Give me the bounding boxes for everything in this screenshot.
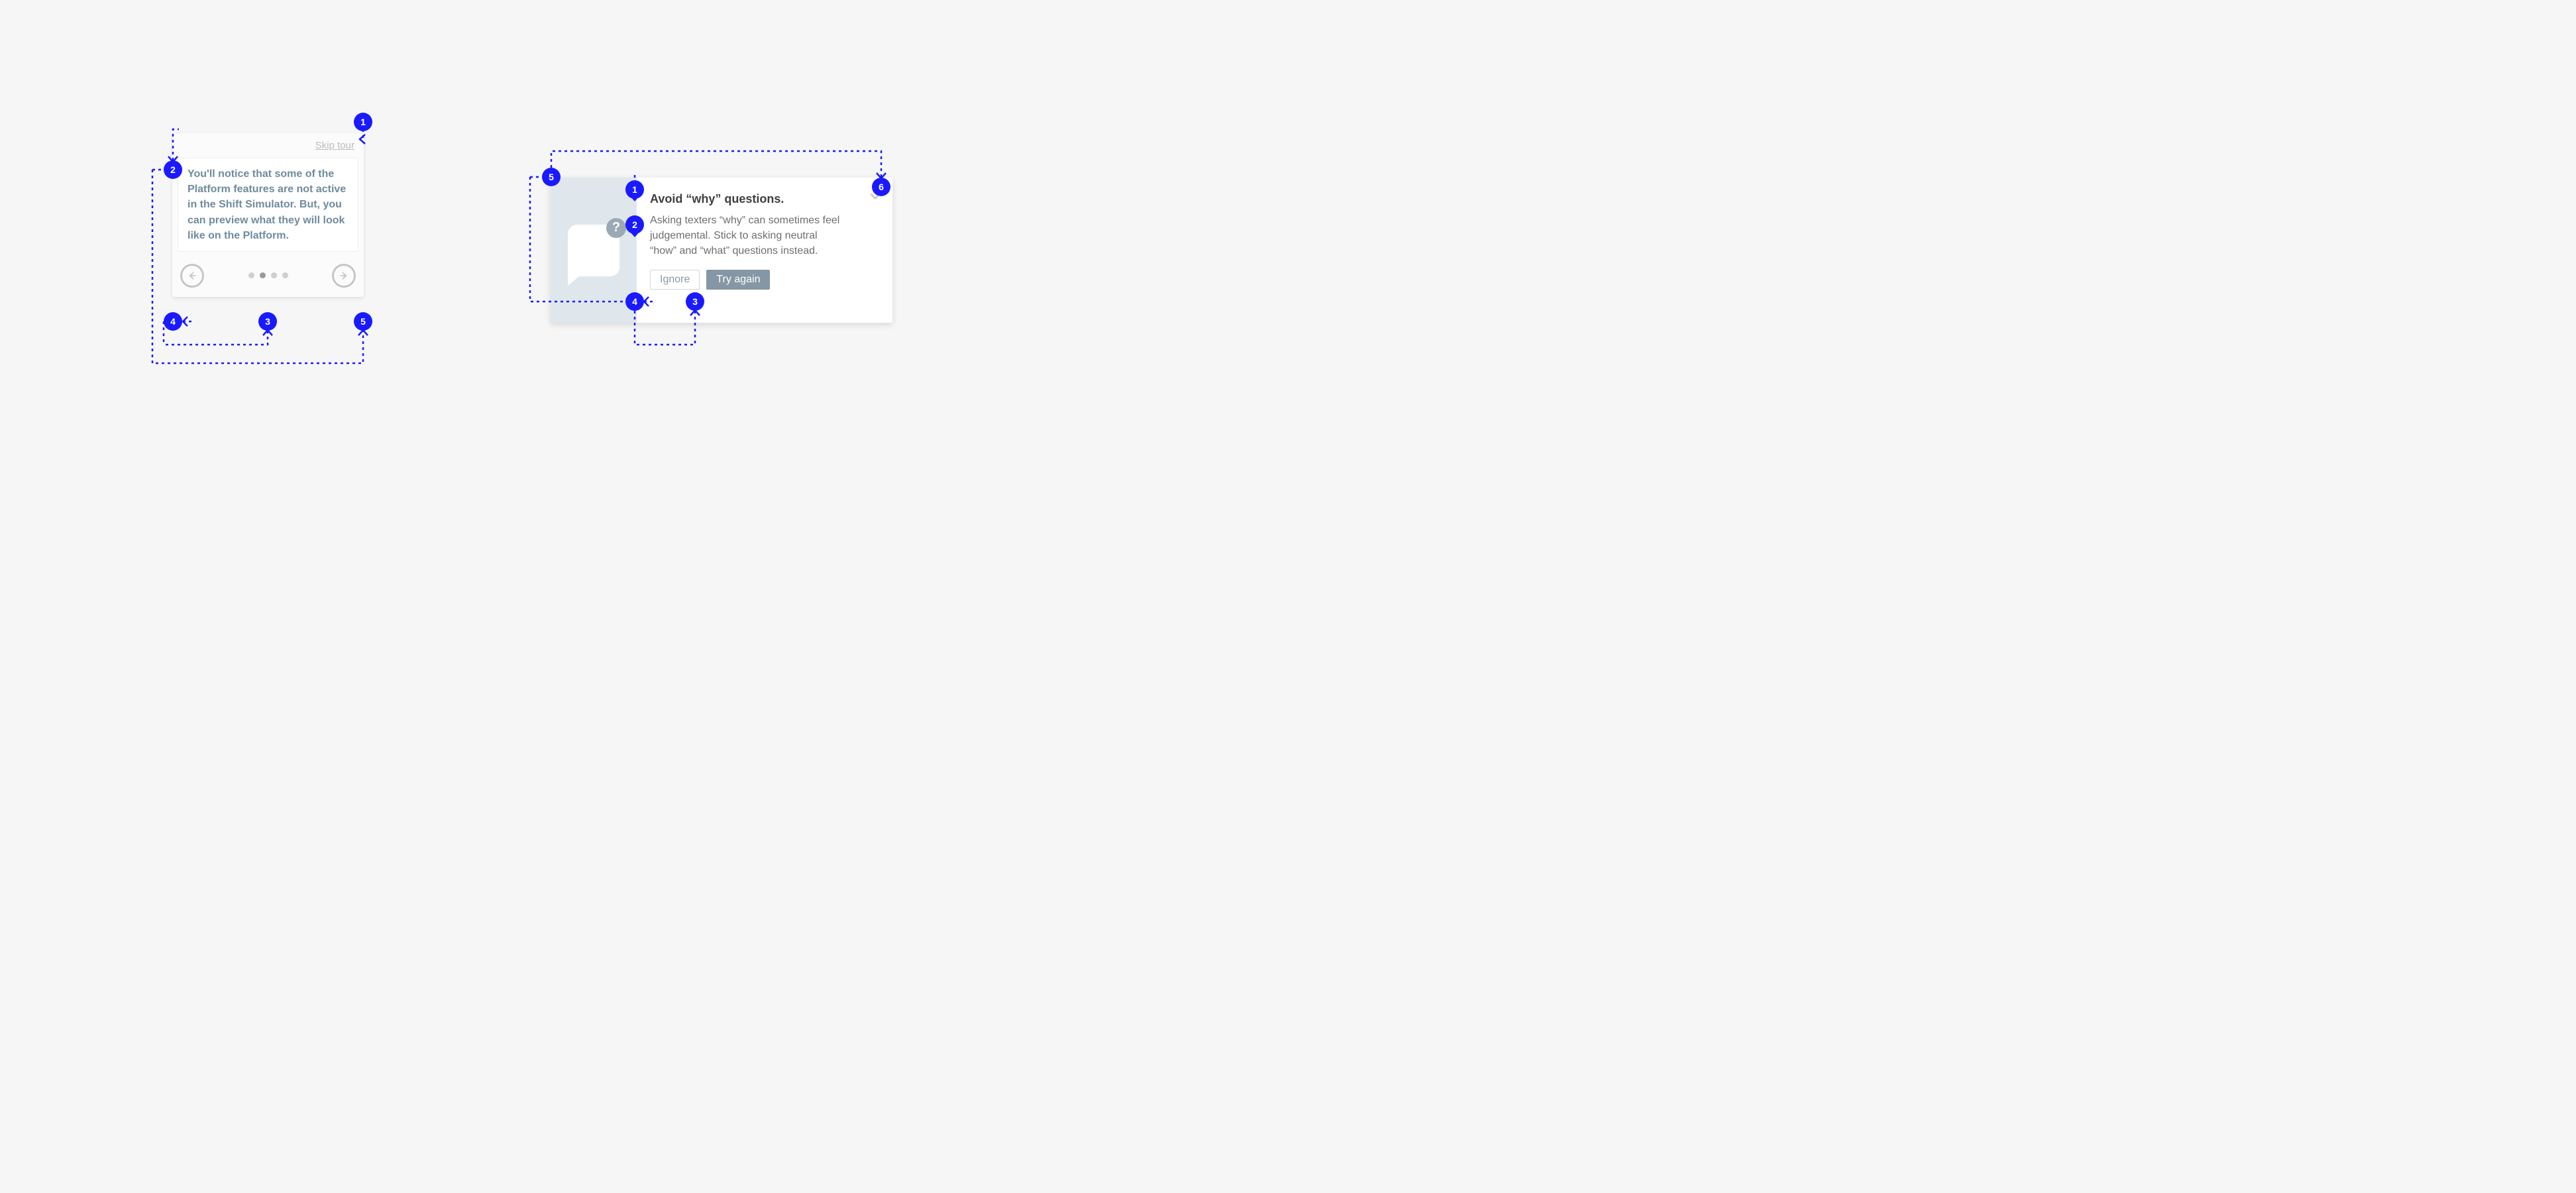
try-again-button[interactable]: Try again [706,270,770,290]
tip-icon-panel: ? [551,178,637,323]
tour-header: Skip tour [172,133,364,151]
speech-bubble-icon: ? [568,225,619,276]
annotation-badge-tip-5: 5 [542,168,561,186]
tour-dot[interactable] [282,272,288,278]
annotation-badge-tour-4: 4 [164,312,182,331]
skip-tour-link[interactable]: Skip tour [315,140,354,151]
tour-pagination-dots [248,272,288,278]
annotation-badge-tip-4: 4 [625,292,644,311]
tip-card: ? Avoid “why” questions. Asking texters … [551,178,892,323]
tour-dot[interactable] [260,272,266,278]
question-mark-icon: ? [606,218,626,238]
tour-dot[interactable] [248,272,254,278]
annotation-badge-tip-3: 3 [686,292,704,311]
tour-dot[interactable] [271,272,277,278]
annotation-badge-tip-6: 6 [872,178,890,196]
annotation-badge-tour-5: 5 [354,312,372,331]
annotation-badge-tour-2: 2 [164,160,182,179]
ignore-button[interactable]: Ignore [650,270,700,290]
tour-next-button[interactable] [332,264,356,288]
tour-footer [172,258,364,297]
tip-title: Avoid “why” questions. [650,192,879,206]
tip-body-text: Asking texters “why” can sometimes feel … [650,213,842,259]
annotation-badge-tour-1: 1 [354,113,372,131]
tour-body-text: You'll notice that some of the Platform … [178,158,358,252]
tour-prev-button[interactable] [180,264,204,288]
annotation-badge-tour-3: 3 [258,312,277,331]
tip-button-row: Ignore Try again [650,270,879,290]
annotation-badge-tip-1: 1 [625,180,644,199]
tip-body: Avoid “why” questions. Asking texters “w… [637,178,892,323]
annotation-badge-tip-2: 2 [625,215,644,234]
tour-card: Skip tour You'll notice that some of the… [172,133,364,297]
arrow-right-icon [339,271,349,280]
arrow-left-icon [188,271,197,280]
